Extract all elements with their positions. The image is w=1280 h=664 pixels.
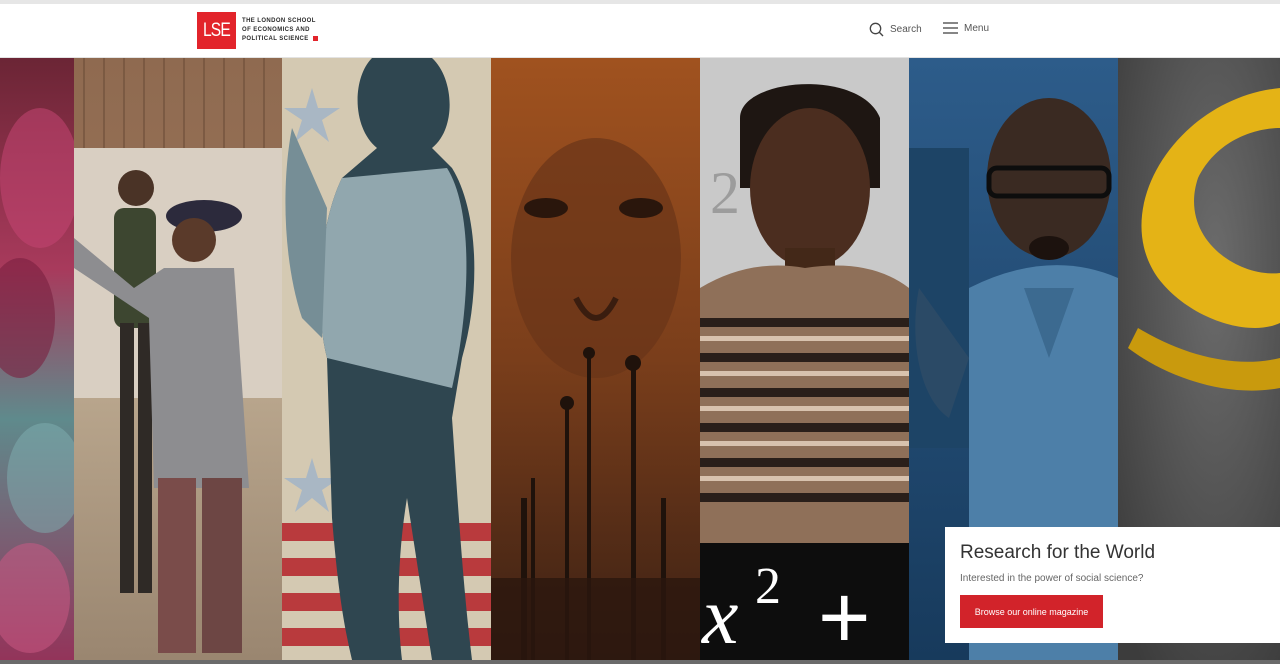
panel-pink-smoke [0, 58, 74, 660]
logo-line-3: Political Science [242, 36, 309, 42]
logo-mark-text: LSE [202, 19, 231, 41]
panel-illustrated-walker [282, 58, 491, 660]
logo-line-3-wrap: Political Science [242, 35, 318, 44]
hamburger-icon [943, 22, 958, 34]
svg-text:2: 2 [710, 160, 740, 226]
panel-border-wall-children [74, 58, 282, 660]
site-header: LSE The London School of Economics and P… [0, 4, 1280, 58]
bottom-bar [0, 660, 1280, 664]
menu-button[interactable]: Menu [943, 22, 989, 34]
svg-text:2: 2 [755, 558, 781, 615]
logo-line-2: of Economics and [242, 27, 310, 33]
panel-woman-striped-sweater: 2 x 2 + [700, 58, 909, 660]
search-button[interactable]: Search [869, 22, 922, 37]
card-subtitle: Interested in the power of social scienc… [960, 573, 1144, 584]
logo-mark: LSE [197, 12, 236, 49]
research-feature-card: Research for the World Interested in the… [945, 527, 1280, 643]
menu-label: Menu [964, 22, 990, 34]
search-label: Search [890, 24, 922, 35]
logo-red-square [312, 35, 318, 41]
browse-magazine-button[interactable]: Browse our online magazine [960, 595, 1103, 628]
svg-text:+: + [818, 568, 871, 660]
hero-collage: 2 x 2 + Research for the World Intereste… [0, 58, 1280, 660]
logo-wordmark: The London School of Economics and Polit… [242, 17, 318, 44]
logo-line-1: The London School [242, 18, 316, 24]
panel-sepia-portrait [491, 58, 700, 660]
card-title: Research for the World [960, 542, 1156, 563]
lse-logo[interactable]: LSE The London School of Economics and P… [197, 12, 318, 49]
search-icon [869, 22, 884, 37]
svg-text:x: x [701, 570, 738, 660]
